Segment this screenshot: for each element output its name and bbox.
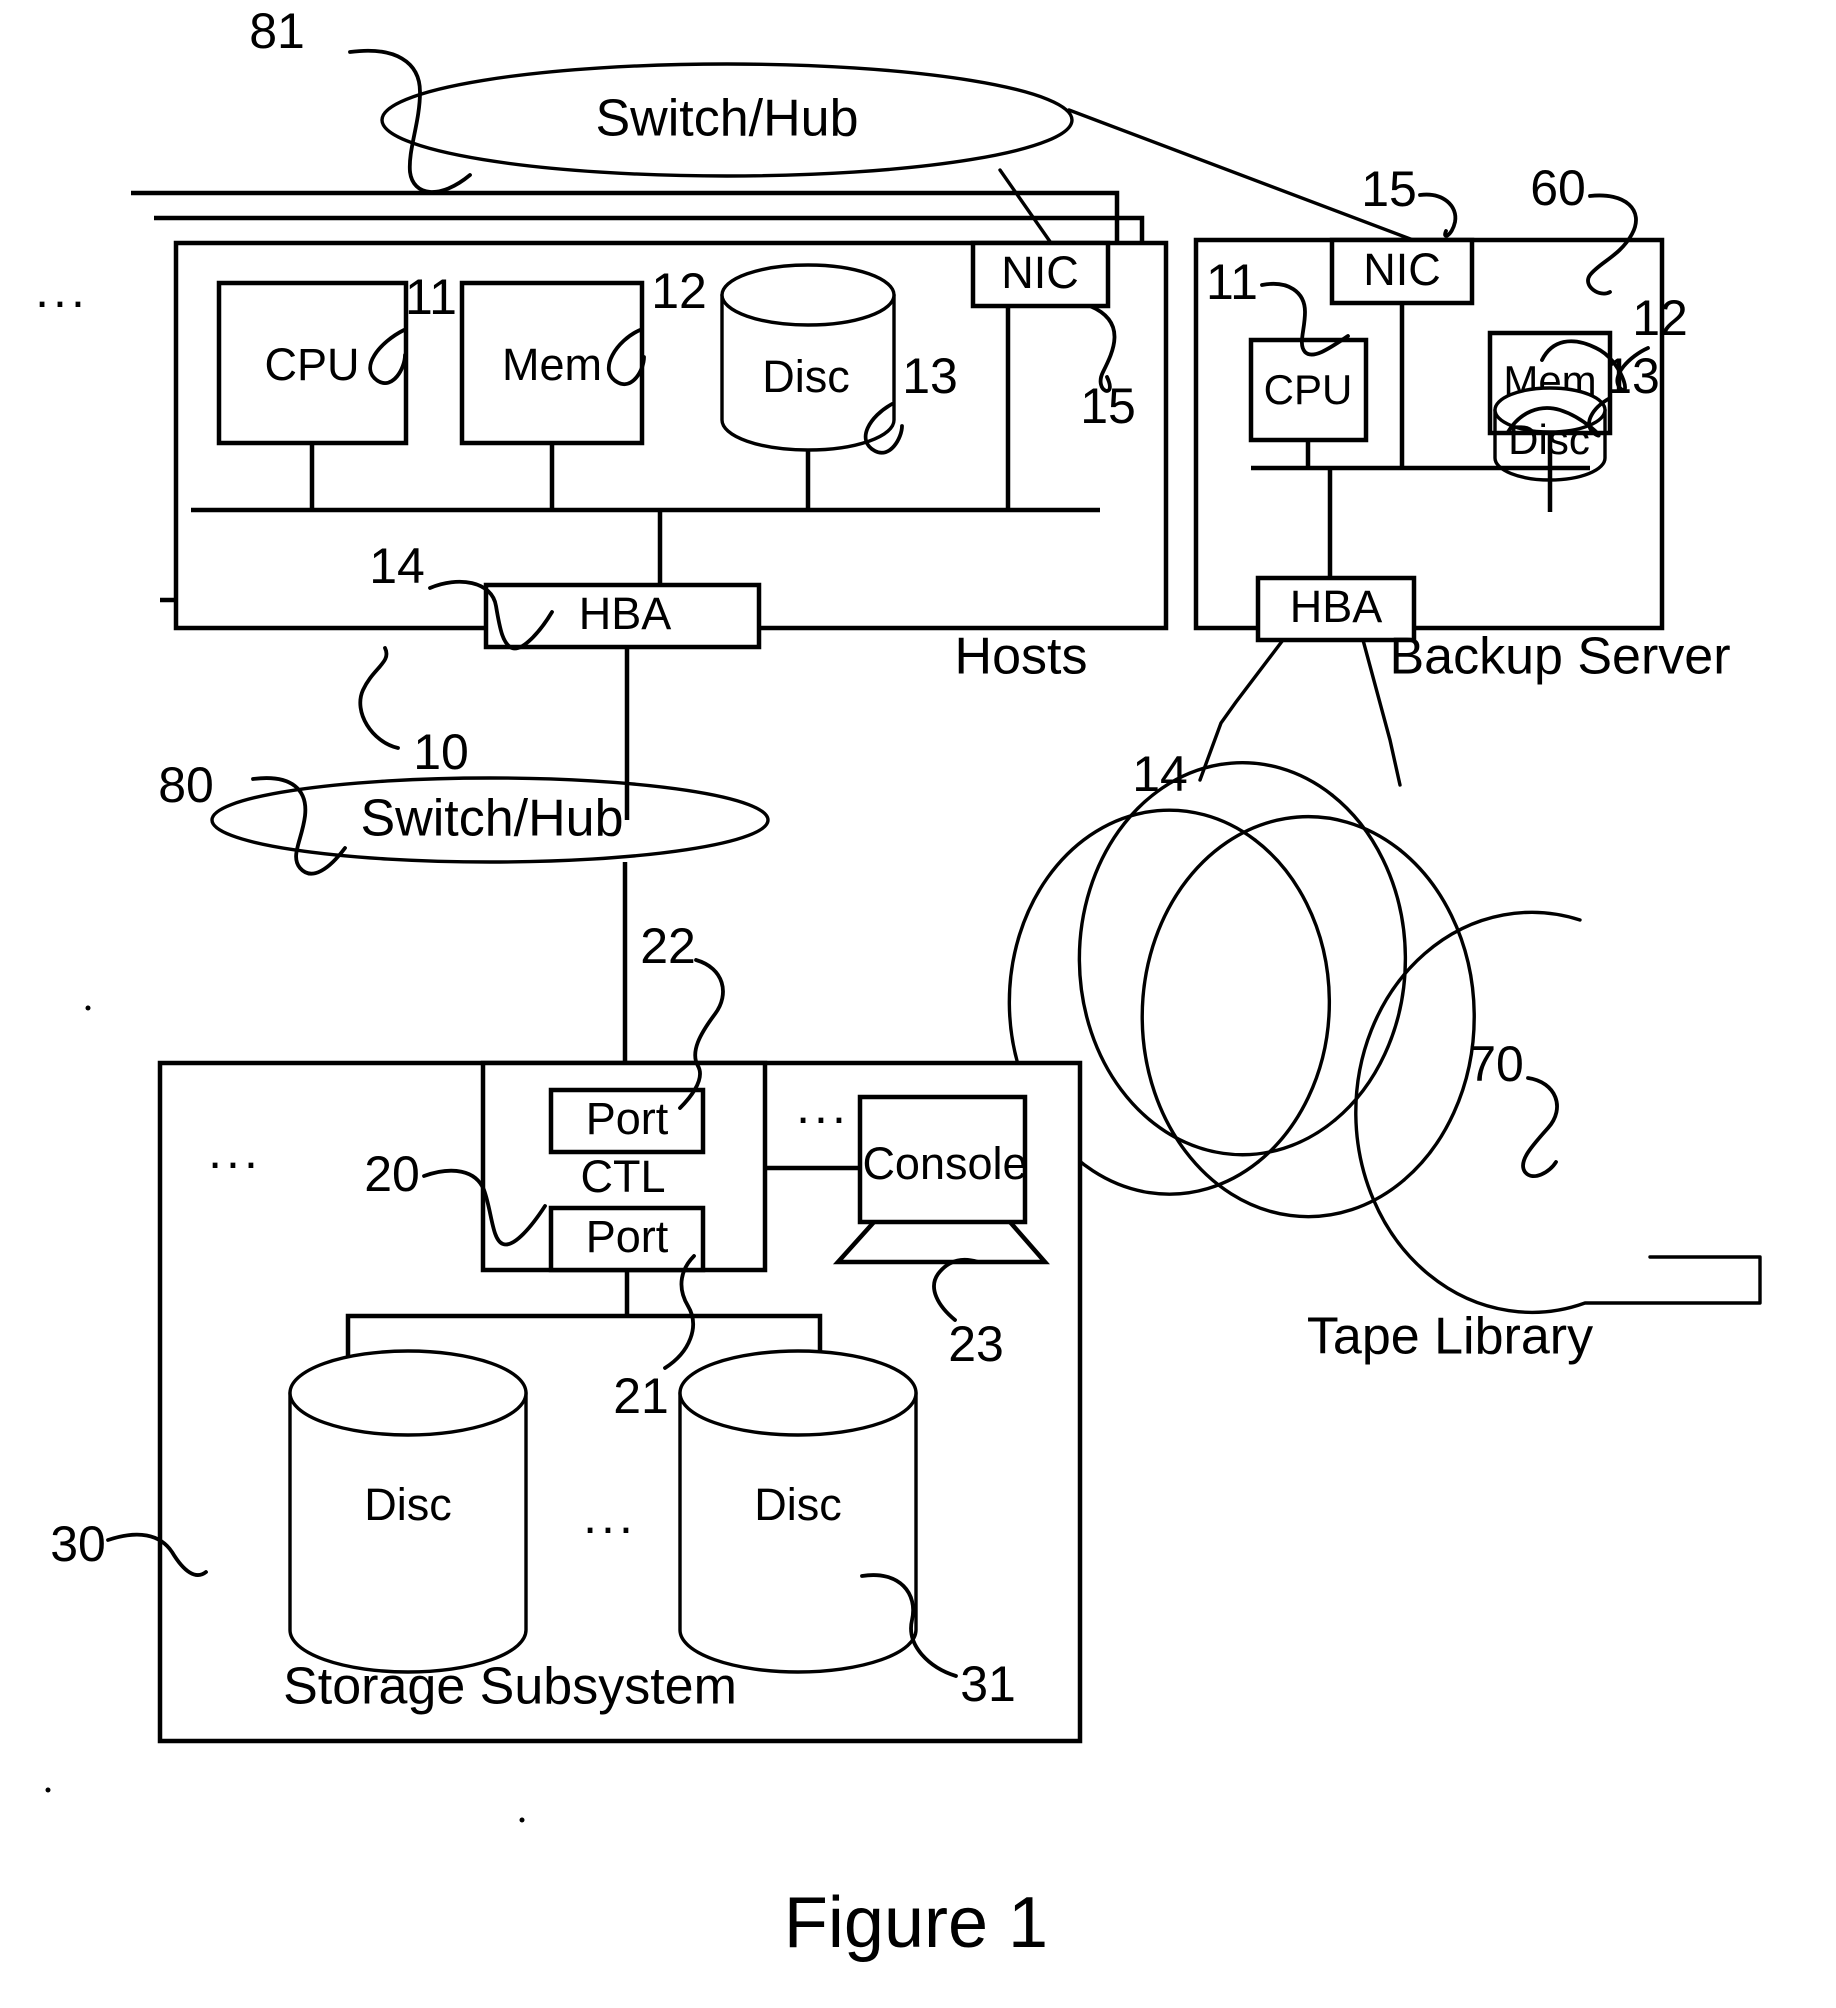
backup-cpu-label: CPU [1264,366,1353,413]
refnum-31: 31 [960,1656,1016,1712]
leader-70 [1521,1076,1559,1178]
figure-page: CPU Mem Disc NIC HBA Hosts ... NIC CPU M… [0,0,1836,2008]
storage-subsystem-title-label: Storage Subsystem [283,1658,737,1716]
hosts-more-ellipsis: ... [35,262,89,318]
backup-nic-label: NIC [1363,244,1441,295]
hosts-cpu-label: CPU [264,339,359,390]
leader-15-backup [1418,192,1458,238]
refnum-20: 20 [364,1146,420,1202]
refnum-12-hosts: 12 [651,263,707,319]
backup-hba-tape-link-1 [1198,638,1285,782]
hosts-hba-label: HBA [579,588,672,639]
storage-left-more-ellipsis: ... [208,1123,262,1179]
scan-speck-1 [85,1005,91,1011]
backup-disc-label: Disc [1508,416,1590,463]
refnum-11-hosts: 11 [405,269,457,325]
leader-81 [348,48,472,194]
hosts-mem-label: Mem [502,339,602,390]
port-bottom-label: Port [586,1211,669,1262]
refnum-10: 10 [413,724,469,780]
leader-80 [251,776,347,876]
tape-library-group: Tape Library [1007,761,1762,1366]
hosts-group: CPU Mem Disc NIC HBA Hosts ... [35,190,1169,820]
hosts-disc-label: Disc [762,351,850,402]
refnum-21: 21 [613,1368,669,1424]
refnum-11-backup: 11 [1206,254,1258,310]
scan-speck-2 [45,1787,51,1793]
backup-hba-label: HBA [1290,581,1383,632]
storage-disc-left-top [288,1349,528,1437]
refnum-30: 30 [50,1516,106,1572]
storage-disc-right-label: Disc [754,1479,842,1530]
tape-reel-3-right [1398,848,1476,1182]
backup-server-title-label: Backup Server [1389,628,1730,686]
refnum-23: 23 [948,1316,1004,1372]
figure-caption: Figure 1 [784,1883,1048,1963]
storage-disc-left-label: Disc [364,1479,452,1530]
tape-reel-1-right [1253,838,1332,1164]
hosts-nic-label: NIC [1001,247,1079,298]
leader-10 [358,646,400,750]
refnum-15-backup: 15 [1361,161,1417,217]
refnum-70: 70 [1468,1036,1524,1092]
scan-speck-3 [519,1817,525,1823]
hosts-nic-to-switch-line [998,168,1053,245]
refnum-14-hosts: 14 [369,538,425,594]
console-label: Console [862,1138,1027,1189]
port-top-label: Port [586,1093,669,1144]
switch-hub-bottom-label: Switch/Hub [361,790,624,848]
storage-ctl-more-ellipsis: ... [796,1078,850,1134]
hosts-disc-top [720,263,896,327]
refnum-13-backup: 13 [1604,348,1660,404]
refnum-14-backup: 14 [1132,746,1188,802]
refnum-22: 22 [640,918,696,974]
hosts-title-label: Hosts [955,628,1088,686]
tape-library-title-label: Tape Library [1307,1308,1593,1366]
refnum-13-hosts: 13 [902,348,958,404]
refnum-81: 81 [249,3,305,59]
ctl-label: CTL [580,1151,665,1202]
switch-hub-top-label: Switch/Hub [596,90,859,148]
storage-discs-more-ellipsis: ... [583,1488,637,1544]
patent-figure-diagram: CPU Mem Disc NIC HBA Hosts ... NIC CPU M… [35,3,1762,1963]
refnum-80: 80 [158,757,214,813]
tape-reel-3 [1140,814,1406,1219]
storage-disc-right-top [678,1349,918,1437]
refnum-60: 60 [1530,160,1586,216]
refnum-12-backup: 12 [1632,290,1688,346]
